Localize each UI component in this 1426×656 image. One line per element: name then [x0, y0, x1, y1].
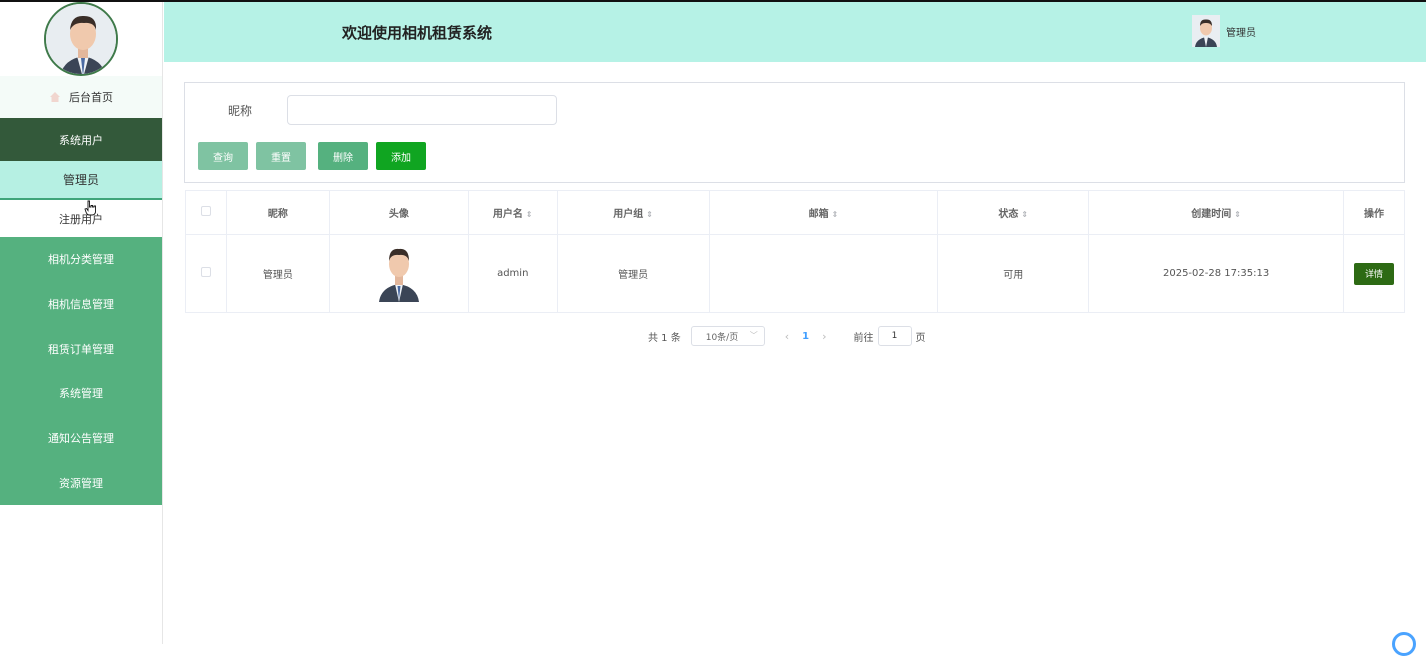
cell-avatar [328, 234, 469, 313]
column-header-status[interactable]: 状态 ⇕ [937, 190, 1090, 235]
sort-icon[interactable]: ⇕ [1021, 210, 1028, 219]
column-header-email[interactable]: 邮箱 ⇕ [708, 190, 939, 235]
sidebar-sub-label: 管理员 [62, 173, 99, 187]
reset-button[interactable]: 重置 [256, 142, 306, 170]
prev-page-icon[interactable]: ‹ [785, 330, 789, 343]
column-header-group[interactable]: 用户组 ⇕ [556, 190, 710, 235]
goto-suffix: 页 [915, 332, 926, 344]
column-header-created[interactable]: 创建时间 ⇕ [1088, 190, 1344, 235]
page-size-value: 10条/页 [705, 332, 739, 343]
avatar [1192, 15, 1220, 47]
search-panel: 昵称 查询 重置 删除 添加 [184, 82, 1405, 183]
sort-icon[interactable]: ⇕ [526, 210, 533, 219]
select-all-cell[interactable] [185, 190, 227, 235]
sidebar-menu-label: 系统用户 [59, 133, 103, 147]
chevron-down-icon: ﹀ [749, 331, 758, 340]
sidebar-menu-rental-orders[interactable]: 租赁订单管理 [0, 326, 162, 371]
avatar [374, 242, 423, 302]
sidebar-menu-label: 相机分类管理 [48, 253, 114, 267]
nickname-search-input[interactable] [287, 95, 557, 125]
sidebar-menu-resource-management[interactable]: 资源管理 [0, 460, 162, 505]
sort-icon[interactable]: ⇕ [832, 210, 839, 219]
sidebar-menu-label: 资源管理 [59, 476, 103, 490]
cell-username: admin [467, 234, 558, 313]
cell-status: 可用 [937, 234, 1090, 313]
goto-page-input[interactable]: 1 [877, 326, 912, 346]
column-header-label: 用户组 [613, 209, 644, 220]
user-table: 昵称 头像 用户名 ⇕ 用户组 ⇕ 邮箱 ⇕ 状态 ⇕ 创建时间 ⇕ 操作 管理员 [185, 190, 1406, 313]
sidebar-menu-system-users[interactable]: 系统用户 [0, 118, 162, 161]
cell-group: 管理员 [556, 234, 710, 313]
sidebar-menu-label: 通知公告管理 [48, 432, 114, 446]
column-header-label: 创建时间 [1191, 209, 1232, 220]
sort-icon[interactable]: ⇕ [646, 210, 653, 219]
query-button[interactable]: 查询 [198, 142, 248, 170]
floating-help-icon[interactable] [1392, 632, 1416, 656]
sidebar-menu-system-management[interactable]: 系统管理 [0, 371, 162, 416]
sidebar-logo-area [0, 2, 162, 76]
table-row: 管理员 admin 管理员 可用 2025-02-28 17:35:13 详情 [185, 234, 1406, 313]
column-header-avatar: 头像 [328, 190, 469, 235]
sidebar-sub-registered-users[interactable]: 注册用户 [0, 200, 162, 237]
header-username: 管理员 [1226, 27, 1256, 39]
cell-email [708, 234, 939, 313]
sidebar-menu-label: 相机信息管理 [48, 298, 114, 312]
sidebar-menu-notice-management[interactable]: 通知公告管理 [0, 416, 162, 461]
table-header-row: 昵称 头像 用户名 ⇕ 用户组 ⇕ 邮箱 ⇕ 状态 ⇕ 创建时间 ⇕ 操作 [185, 190, 1406, 235]
next-page-icon[interactable]: › [822, 330, 826, 343]
top-header: 欢迎使用相机租赁系统 管理员 [164, 2, 1426, 62]
sort-icon[interactable]: ⇕ [1234, 210, 1241, 219]
cell-nickname: 管理员 [225, 234, 330, 313]
page-size-select[interactable]: 10条/页 ﹀ [690, 326, 765, 346]
sidebar-home[interactable]: 后台首页 [0, 76, 162, 118]
sidebar-home-label: 后台首页 [69, 91, 113, 104]
row-select-cell[interactable] [185, 234, 227, 313]
column-header-label: 用户名 [492, 209, 523, 220]
sidebar-sub-admin[interactable]: 管理员 [0, 161, 162, 200]
pagination: 共 1 条 10条/页 ﹀ ‹ 1 › 前往 1 页 [648, 326, 926, 346]
sidebar: 后台首页 系统用户 管理员 注册用户 相机分类管理 相机信息管理 租赁订单管理 … [0, 2, 163, 644]
sidebar-menu-label: 系统管理 [59, 387, 103, 401]
sidebar-menu-label: 租赁订单管理 [48, 342, 114, 356]
page-number-current[interactable]: 1 [802, 331, 809, 342]
column-header-label: 状态 [998, 209, 1019, 220]
column-header-username[interactable]: 用户名 ⇕ [467, 190, 558, 235]
column-header-nickname: 昵称 [225, 190, 330, 235]
add-button[interactable]: 添加 [376, 142, 426, 170]
select-all-checkbox[interactable] [200, 206, 211, 216]
column-header-label: 邮箱 [808, 209, 829, 220]
detail-button[interactable]: 详情 [1353, 262, 1394, 285]
page-title: 欢迎使用相机租赁系统 [342, 24, 493, 42]
column-header-actions: 操作 [1342, 190, 1406, 235]
admin-avatar-large [44, 2, 118, 76]
hand-cursor-icon [84, 200, 96, 216]
nickname-label: 昵称 [228, 104, 253, 118]
sidebar-menu-camera-info[interactable]: 相机信息管理 [0, 282, 162, 327]
row-checkbox[interactable] [200, 267, 211, 277]
pagination-total: 共 1 条 [648, 332, 681, 344]
delete-button[interactable]: 删除 [318, 142, 368, 170]
header-user-menu[interactable]: 管理员 [1192, 15, 1256, 47]
goto-prefix: 前往 [853, 332, 874, 344]
sidebar-menu-camera-category[interactable]: 相机分类管理 [0, 237, 162, 282]
sidebar-menu-group: 相机分类管理 相机信息管理 租赁订单管理 系统管理 通知公告管理 资源管理 [0, 237, 162, 506]
cell-actions: 详情 [1342, 234, 1406, 313]
cell-created: 2025-02-28 17:35:13 [1088, 234, 1344, 313]
home-icon [49, 91, 61, 103]
